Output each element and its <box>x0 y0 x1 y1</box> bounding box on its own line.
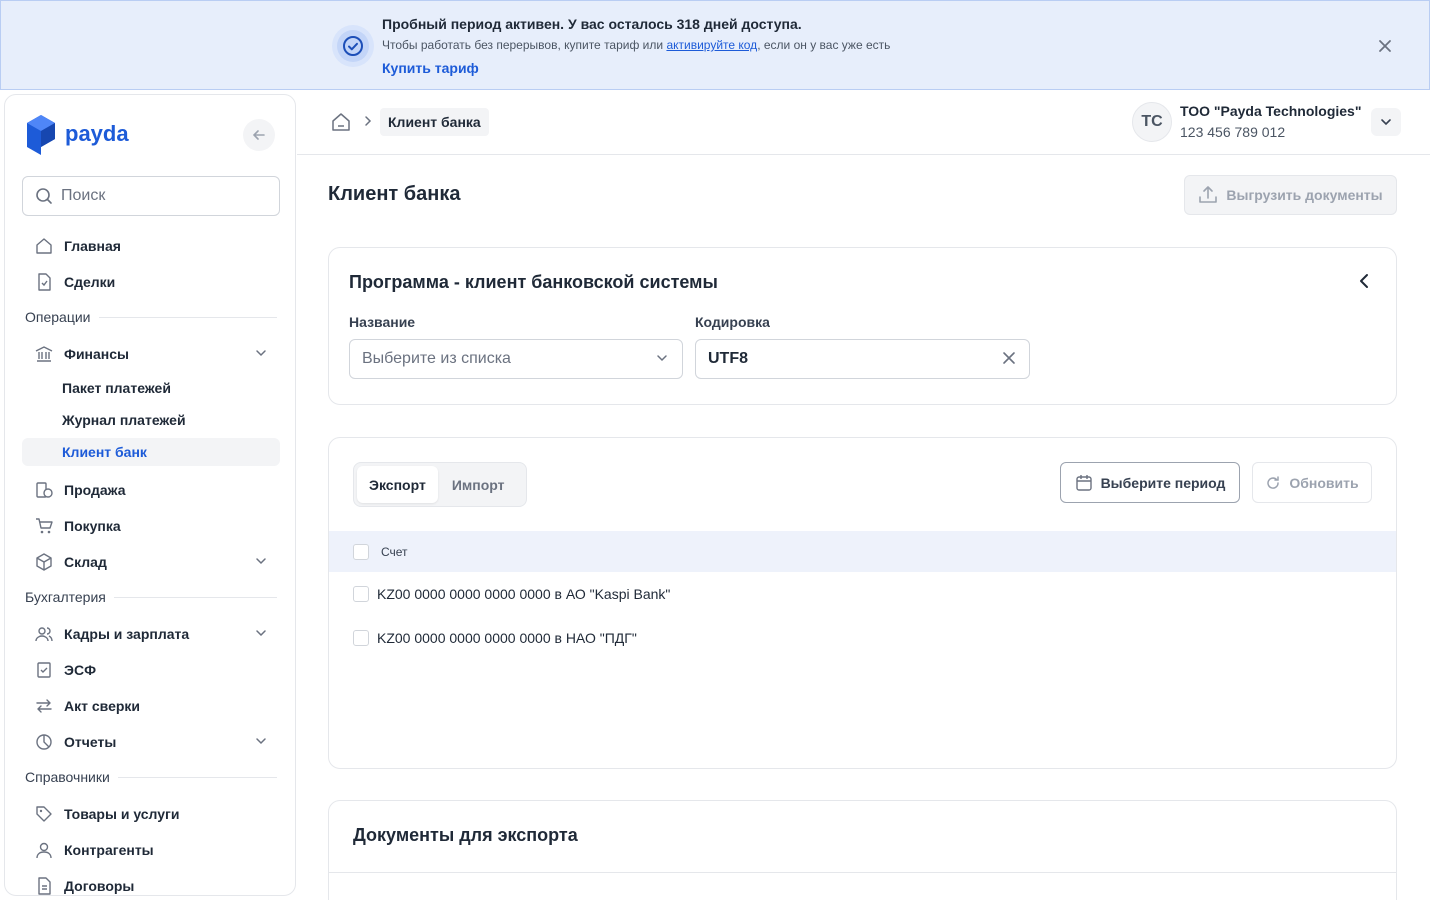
top-header: Клиент банка TC ТОО "Payda Technologies"… <box>297 90 1430 155</box>
program-card-title: Программа - клиент банковской системы <box>349 272 718 292</box>
invoice-icon <box>34 660 54 680</box>
document-check-icon <box>34 272 54 292</box>
chevron-down-icon <box>654 350 670 371</box>
sidebar-item-counterparties[interactable]: Контрагенты <box>22 836 280 864</box>
accounts-card: Экспорт Импорт Выберите период Обновить … <box>328 437 1397 769</box>
sidebar-item-warehouse[interactable]: Склад <box>22 548 280 576</box>
divider <box>329 872 1397 873</box>
tag-icon <box>34 804 54 824</box>
banner-title: Пробный период активен. У вас осталось 3… <box>382 16 802 32</box>
sidebar-item-bank-client[interactable]: Клиент банк <box>22 438 280 466</box>
sidebar-item-hr-payroll[interactable]: Кадры и зарплата <box>22 620 280 648</box>
sidebar-item-sales[interactable]: Продажа <box>22 476 280 504</box>
upload-icon <box>1199 186 1218 203</box>
sidebar-item-finance[interactable]: Финансы <box>22 340 280 368</box>
table-header: Счет <box>329 531 1396 572</box>
search-box[interactable] <box>22 176 280 216</box>
sidebar-item-home[interactable]: Главная <box>22 232 280 260</box>
encoding-select[interactable]: UTF8 <box>695 339 1030 379</box>
home-icon[interactable] <box>331 112 351 135</box>
breadcrumb: Клиент банка <box>380 108 489 136</box>
column-account: Счет <box>381 544 408 559</box>
logo-text: payda <box>65 121 129 146</box>
org-id: 123 456 789 012 <box>1180 124 1286 140</box>
buy-plan-link[interactable]: Купить тариф <box>382 60 479 76</box>
refresh-icon <box>1267 475 1280 489</box>
section-directories: Справочники <box>25 767 277 787</box>
sidebar: payda Главная Сделки Операции Финансы Па… <box>4 94 296 896</box>
table-row: KZ00 0000 0000 0000 0000 в НАО "ПДГ" <box>329 616 1396 660</box>
org-dropdown-button[interactable] <box>1371 108 1401 136</box>
bank-icon <box>34 344 54 364</box>
avatar[interactable]: TC <box>1132 102 1172 142</box>
sidebar-item-contracts[interactable]: Договоры <box>22 872 280 895</box>
clear-icon[interactable] <box>1001 350 1017 371</box>
search-icon <box>36 188 52 204</box>
payda-logo-icon <box>27 115 55 155</box>
sidebar-item-esf[interactable]: ЭСФ <box>22 656 280 684</box>
chevron-down-icon <box>254 554 268 571</box>
select-all-checkbox[interactable] <box>353 543 369 560</box>
calendar-icon <box>1075 474 1092 491</box>
home-icon <box>34 236 54 256</box>
arrows-icon <box>34 696 54 716</box>
sidebar-item-purchase[interactable]: Покупка <box>22 512 280 540</box>
cart-icon <box>34 516 54 536</box>
close-icon[interactable] <box>1375 36 1395 56</box>
pie-chart-icon <box>34 732 54 752</box>
chevron-right-icon <box>362 114 374 131</box>
trial-banner: Пробный период активен. У вас осталось 3… <box>0 0 1430 90</box>
users-icon <box>34 624 54 644</box>
program-card: Программа - клиент банковской системы На… <box>328 247 1397 405</box>
coins-icon <box>34 480 54 500</box>
banner-text: Чтобы работать без перерывов, купите тар… <box>382 38 891 52</box>
chevron-left-icon[interactable] <box>1355 271 1375 294</box>
user-icon <box>34 840 54 860</box>
arrow-left-icon <box>253 130 265 140</box>
logo[interactable]: payda <box>25 113 129 155</box>
box-icon <box>34 552 54 572</box>
page-title: Клиент банка <box>328 183 461 205</box>
sidebar-item-goods-services[interactable]: Товары и услуги <box>22 800 280 828</box>
sidebar-item-payment-package[interactable]: Пакет платежей <box>22 374 280 402</box>
search-input[interactable] <box>61 187 261 205</box>
sidebar-item-reports[interactable]: Отчеты <box>22 728 280 756</box>
chevron-down-icon <box>254 346 268 363</box>
documents-card-title: Документы для экспорта <box>353 825 578 845</box>
activate-code-link[interactable]: активируйте код <box>666 38 757 52</box>
tab-import[interactable]: Импорт <box>440 466 517 503</box>
contract-icon <box>34 876 54 895</box>
sidebar-item-reconciliation[interactable]: Акт сверки <box>22 692 280 720</box>
export-documents-button[interactable]: Выгрузить документы <box>1184 175 1397 215</box>
chevron-down-icon <box>254 626 268 643</box>
documents-card: Документы для экспорта <box>328 800 1397 900</box>
table-row: KZ00 0000 0000 0000 0000 в АО "Kaspi Ban… <box>329 572 1396 616</box>
tab-export[interactable]: Экспорт <box>357 466 438 503</box>
tab-group: Экспорт Импорт <box>353 462 527 507</box>
refresh-button[interactable]: Обновить <box>1252 462 1372 503</box>
name-select[interactable]: Выберите из списка <box>349 339 683 379</box>
encoding-label: Кодировка <box>695 314 770 330</box>
section-operations: Операции <box>25 307 277 327</box>
section-accounting: Бухгалтерия <box>25 587 277 607</box>
row-checkbox[interactable] <box>353 586 369 602</box>
name-label: Название <box>349 314 416 330</box>
chevron-down-icon <box>254 734 268 751</box>
sidebar-item-deals[interactable]: Сделки <box>22 268 280 296</box>
org-name: ТОО "Payda Technologies" <box>1180 103 1362 119</box>
check-badge-icon <box>332 25 374 67</box>
sidebar-item-payment-journal[interactable]: Журнал платежей <box>22 406 280 434</box>
row-checkbox[interactable] <box>353 630 369 646</box>
select-period-button[interactable]: Выберите период <box>1060 462 1240 503</box>
chevron-down-icon <box>1381 119 1391 126</box>
collapse-sidebar-button[interactable] <box>243 119 275 151</box>
